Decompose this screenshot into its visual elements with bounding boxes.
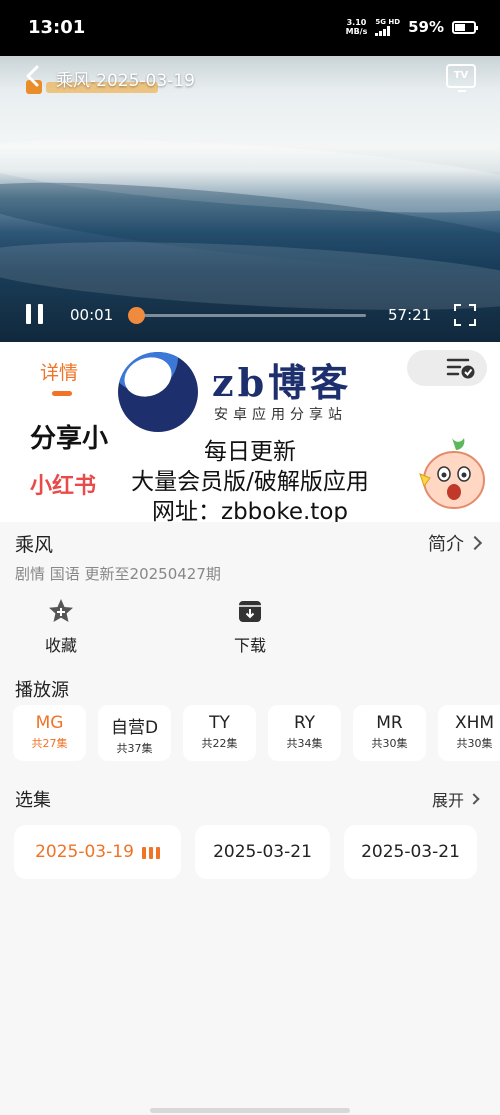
status-bar: 13:01 3.10 MB/s 5G HD 59% [0, 0, 500, 56]
mascot-sticker-icon [419, 438, 485, 509]
source-count: 共34集 [286, 737, 323, 750]
source-chip[interactable]: TY 共22集 [183, 705, 256, 761]
battery-percent: 59% [408, 18, 444, 36]
episode-button[interactable]: 2025-03-19 [14, 825, 181, 879]
source-name: 自营D [110, 718, 159, 738]
source-chip[interactable]: XHM 共30集 [438, 705, 500, 761]
tab-detail[interactable]: 详情 [40, 358, 78, 385]
source-name: MR [376, 713, 403, 733]
back-icon[interactable] [22, 64, 44, 88]
expand-label: 展开 [431, 791, 464, 810]
seek-thumb[interactable] [128, 307, 145, 324]
battery-fill [455, 23, 466, 31]
expand-link[interactable]: 展开 [431, 787, 480, 811]
source-chip[interactable]: MG 共27集 [13, 705, 86, 761]
signal-icon [375, 26, 400, 36]
list-check-icon[interactable] [446, 356, 476, 380]
status-time: 13:01 [28, 17, 86, 38]
pause-icon[interactable] [26, 304, 44, 324]
source-name: XHM [454, 713, 495, 733]
network-speed-value: 3.10 [346, 18, 367, 27]
favorite-button[interactable]: 收藏 [21, 598, 101, 656]
intro-link[interactable]: 简介 [428, 530, 483, 556]
network-type-label: 5G HD [375, 18, 401, 26]
source-count: 共30集 [371, 737, 408, 750]
source-list[interactable]: MG 共27集 自营D 共37集 TY 共22集 RY 共34集 MR 共30集… [13, 705, 500, 763]
download-button[interactable]: 下载 [210, 598, 290, 656]
chevron-right-icon [467, 535, 483, 551]
source-chip[interactable]: RY 共34集 [268, 705, 341, 761]
episodes-title: 选集 [15, 790, 51, 811]
total-time: 57:21 [388, 306, 432, 324]
current-time: 00:01 [70, 306, 114, 324]
episode-label: 2025-03-19 [35, 842, 134, 862]
player-controls: 00:01 57:21 [0, 286, 500, 342]
show-info: 乘风 简介 剧情 国语 更新至20250427期 收藏 下载 [0, 522, 500, 670]
star-plus-icon [49, 599, 73, 622]
source-name: MG [35, 713, 64, 733]
cast-tv-icon[interactable]: TV [446, 64, 476, 92]
video-title: 乘风-2025-03-19 [56, 71, 195, 91]
home-indicator[interactable] [150, 1108, 350, 1113]
favorite-label: 收藏 [44, 636, 77, 655]
intro-label: 简介 [428, 534, 464, 555]
source-name: RY [293, 713, 316, 733]
source-name: TY [209, 713, 230, 733]
sources-title: 播放源 [15, 680, 69, 701]
episode-button[interactable]: 2025-03-21 [344, 825, 477, 879]
download-label: 下载 [233, 636, 266, 655]
source-chip[interactable]: 自营D 共37集 [98, 705, 171, 761]
tab-indicator [52, 391, 72, 396]
episode-label: 2025-03-21 [361, 842, 460, 862]
episode-label: 2025-03-21 [213, 842, 312, 862]
download-box-icon [239, 601, 261, 622]
source-count: 共30集 [456, 737, 493, 750]
watermark-subtitle: 安卓应用分享站 [214, 407, 347, 423]
status-indicators: 3.10 MB/s 5G HD 59% [346, 18, 478, 36]
episode-button[interactable]: 2025-03-21 [195, 825, 330, 879]
watermark-title: zb博客 [212, 360, 353, 405]
battery-icon [452, 20, 478, 34]
fullscreen-icon[interactable] [454, 304, 476, 326]
show-meta: 剧情 国语 更新至20250427期 [15, 565, 221, 583]
video-player[interactable]: 乘风-2025-03-19 TV 00:01 57:21 [0, 56, 500, 342]
network-speed-unit: MB/s [345, 27, 368, 36]
network-type: 5G HD [375, 18, 400, 36]
player-top-bar: 乘风-2025-03-19 TV [18, 62, 482, 94]
watermark-logo-icon [118, 352, 198, 432]
source-count: 共22集 [201, 737, 238, 750]
source-count: 共37集 [116, 742, 153, 755]
seek-bar[interactable] [136, 314, 366, 317]
network-speed: 3.10 MB/s [346, 18, 368, 36]
chevron-right-icon [468, 793, 480, 805]
show-title: 乘风 [15, 534, 54, 556]
source-count: 共27集 [31, 737, 68, 750]
source-chip[interactable]: MR 共30集 [353, 705, 426, 761]
now-playing-icon [141, 845, 160, 859]
